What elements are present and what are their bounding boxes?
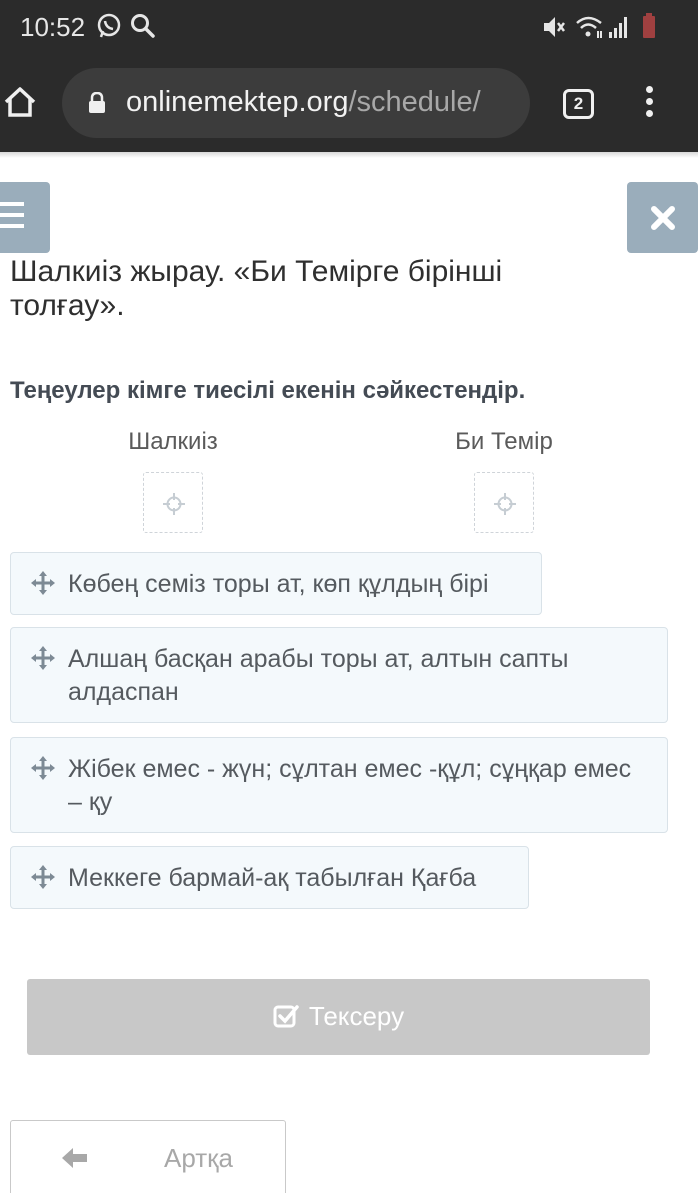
move-icon (31, 571, 55, 595)
dropzone-shalkiiz[interactable] (143, 472, 203, 533)
home-icon[interactable] (2, 84, 38, 120)
address-bar[interactable]: onlinemektep.org/schedule/ (62, 68, 530, 138)
check-button-label: Тексеру (308, 1001, 405, 1031)
whatsapp-icon (97, 13, 121, 38)
target-label-shalkiiz: Шалкиіз (128, 428, 218, 455)
crosshair-icon (494, 493, 516, 515)
move-icon (31, 865, 55, 889)
draggable-item[interactable]: Меккеге бармай-ақ табылған Қағба (10, 846, 529, 909)
url-path: /schedule/ (348, 86, 481, 118)
search-icon (131, 14, 155, 38)
toolbar-shadow (0, 152, 698, 158)
crosshair-icon (163, 493, 185, 515)
checkbox-icon (273, 1005, 299, 1028)
move-icon (31, 646, 55, 670)
draggable-item[interactable]: Алшаң басқан арабы торы ат, алтын сапты … (10, 627, 668, 723)
back-button[interactable]: Артқа (10, 1120, 286, 1193)
lock-icon (89, 92, 105, 113)
close-icon (651, 206, 675, 230)
battery-icon (643, 13, 655, 38)
move-icon (31, 756, 55, 780)
question-text: Теңеулер кімге тиесілі екенін сәйкестенд… (10, 377, 526, 404)
wifi-icon (576, 16, 602, 38)
close-button[interactable] (627, 182, 698, 253)
hamburger-icon-line (0, 213, 24, 217)
url-host: onlinemektep.org (126, 86, 349, 118)
check-button[interactable]: Тексеру (27, 979, 650, 1055)
menu-button[interactable] (0, 182, 50, 253)
signal-icon (609, 17, 627, 38)
browser-toolbar: onlinemektep.org/schedule/ 2 (0, 56, 698, 152)
back-button-label: Артқа (164, 1143, 233, 1173)
item-text: Жібек емес - жүн; сұлтан емес -құл; сұңқ… (68, 755, 632, 816)
mute-icon (544, 17, 565, 37)
draggable-item[interactable]: Көбең семіз торы ат, көп құлдың бірі (10, 552, 542, 615)
target-label-bi-temir: Би Темір (455, 428, 553, 455)
item-text: Көбең семіз торы ат, көп құлдың бірі (68, 570, 489, 598)
draggable-item[interactable]: Жібек емес - жүн; сұлтан емес -құл; сұңқ… (10, 737, 668, 833)
tab-switcher-button[interactable]: 2 (563, 89, 594, 119)
more-options-icon[interactable] (642, 86, 656, 122)
hamburger-icon-line (0, 224, 24, 228)
status-bar: 10:52 (0, 0, 698, 56)
hamburger-icon (0, 202, 24, 206)
item-text: Меккеге бармай-ақ табылған Қағба (68, 864, 477, 892)
item-text: Алшаң басқан арабы торы ат, алтын сапты … (68, 645, 569, 706)
arrow-left-icon (62, 1148, 87, 1168)
status-time: 10:52 (20, 12, 86, 42)
page-title: Шалкиіз жырау. «Би Темірге бірінші толға… (10, 255, 503, 322)
check-button-content: Тексеру (27, 1001, 650, 1032)
url-text: onlinemektep.org/schedule/ (126, 86, 481, 119)
dropzone-bi-temir[interactable] (474, 472, 534, 533)
